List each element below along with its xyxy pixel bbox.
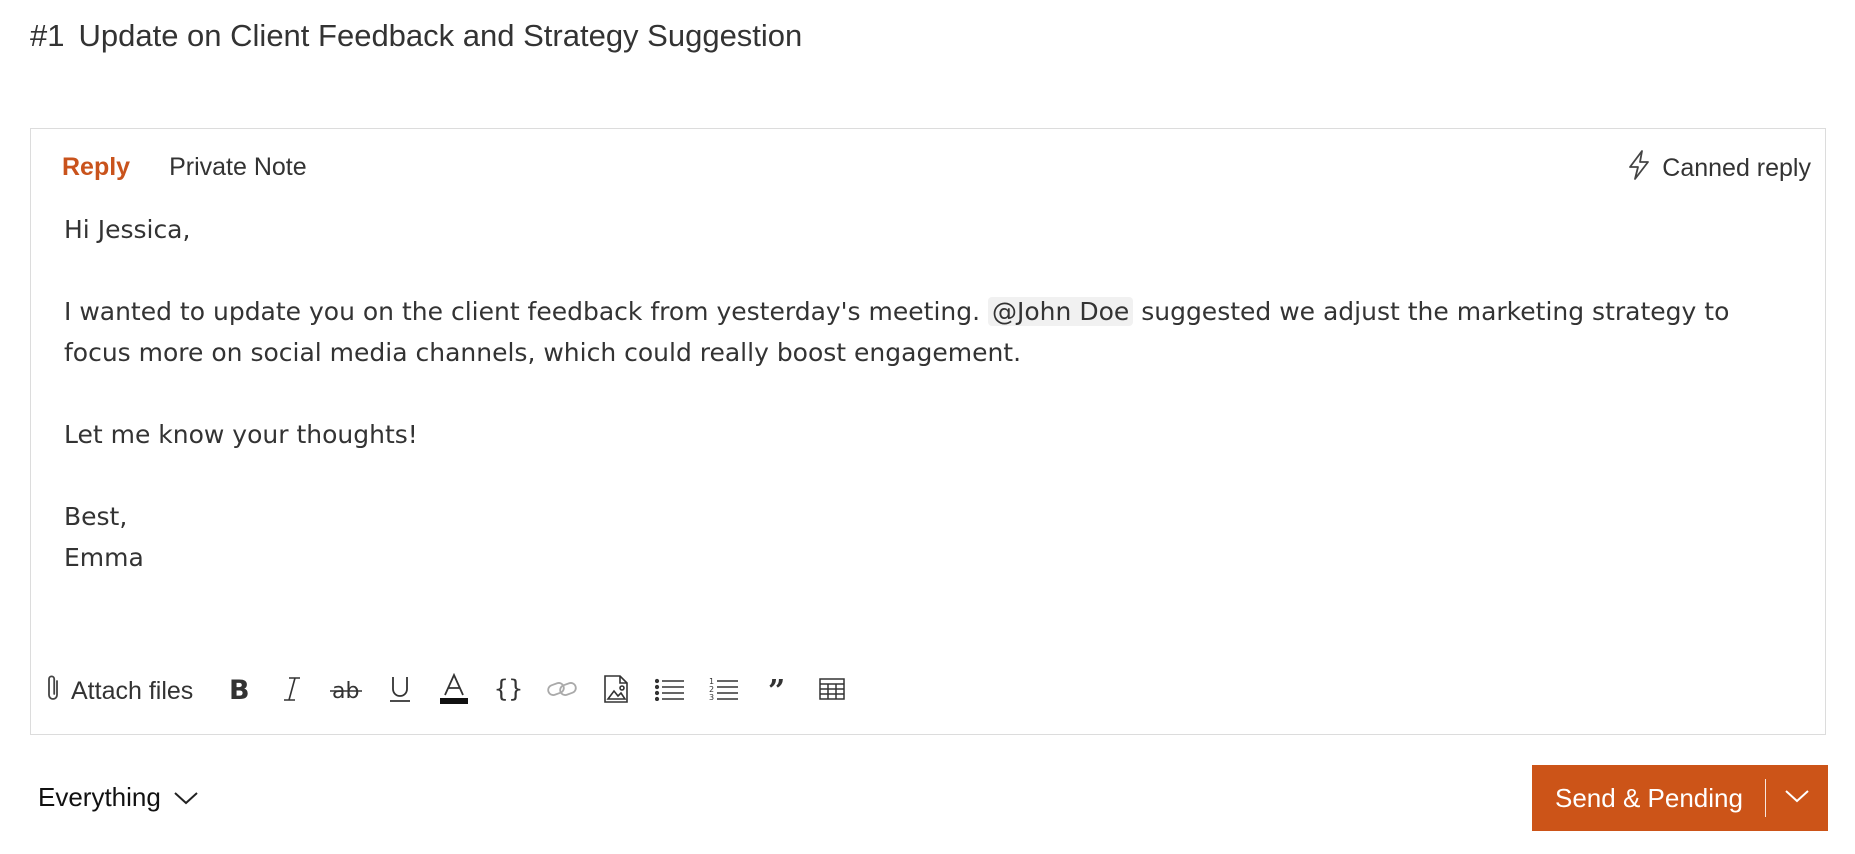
canned-reply-button[interactable]: Canned reply <box>1626 149 1811 188</box>
reply-editor: Reply Private Note Canned reply Hi Jessi… <box>30 128 1826 735</box>
greeting-line: Hi Jessica, <box>64 215 191 244</box>
editor-tabs: Reply Private Note <box>62 153 307 182</box>
send-and-pending-label[interactable]: Send & Pending <box>1532 783 1765 814</box>
quote-icon: ” <box>768 674 788 709</box>
status-filter-dropdown[interactable]: Everything <box>38 782 199 813</box>
bullet-list-icon <box>655 677 685 706</box>
quote-button[interactable]: ” <box>751 669 805 713</box>
signoff-line: Best, <box>64 502 128 531</box>
code-icon: {} <box>493 674 523 709</box>
svg-text:{}: {} <box>494 675 523 703</box>
bold-icon: B <box>227 675 250 708</box>
bold-button[interactable]: B <box>211 669 265 713</box>
paragraph-1: I wanted to update you on the client fee… <box>64 291 1784 373</box>
underline-icon <box>388 674 412 709</box>
strikethrough-button[interactable]: ab <box>319 669 373 713</box>
numbered-list-icon: 1 2 3 <box>709 676 739 707</box>
signature-line: Emma <box>64 543 144 572</box>
send-options-dropdown[interactable] <box>1766 788 1828 809</box>
attach-files-label: Attach files <box>71 676 194 705</box>
paperclip-icon <box>45 673 61 710</box>
text-color-button[interactable] <box>427 669 481 713</box>
canned-reply-label: Canned reply <box>1662 154 1811 182</box>
italic-icon <box>281 675 303 708</box>
image-button[interactable] <box>589 669 643 713</box>
numbered-list-button[interactable]: 1 2 3 <box>697 669 751 713</box>
formatting-toolbar: Attach files B ab {} 1 2 3 ” <box>45 669 859 713</box>
status-filter-label: Everything <box>38 782 161 812</box>
ticket-subject: Update on Client Feedback and Strategy S… <box>78 18 803 53</box>
svg-text:B: B <box>229 675 249 703</box>
strikethrough-icon: ab <box>330 675 363 708</box>
mention-chip[interactable]: @John Doe <box>988 297 1134 326</box>
underline-button[interactable] <box>373 669 427 713</box>
bullet-list-button[interactable] <box>643 669 697 713</box>
svg-text:3: 3 <box>709 693 714 702</box>
tab-reply[interactable]: Reply <box>62 153 130 182</box>
message-body[interactable]: Hi Jessica, I wanted to update you on th… <box>64 209 1784 578</box>
table-icon <box>819 677 846 706</box>
ticket-number: #1 <box>30 18 65 53</box>
attach-files-button[interactable]: Attach files <box>45 673 193 710</box>
send-and-pending-button: Send & Pending <box>1532 765 1828 831</box>
table-button[interactable] <box>805 669 859 713</box>
lightning-icon <box>1626 149 1652 188</box>
paragraph-2: Let me know your thoughts! <box>64 420 418 449</box>
chevron-down-icon <box>1784 788 1810 809</box>
paragraph-1-start: I wanted to update you on the client fee… <box>64 297 981 326</box>
ticket-title: #1 Update on Client Feedback and Strategy… <box>30 18 802 54</box>
tab-private-note[interactable]: Private Note <box>169 153 307 182</box>
link-button[interactable] <box>535 669 589 713</box>
chevron-down-icon <box>173 782 199 813</box>
image-icon <box>602 674 630 709</box>
text-color-icon <box>439 672 469 710</box>
link-icon <box>546 676 578 707</box>
code-button[interactable]: {} <box>481 669 535 713</box>
svg-text:”: ” <box>768 675 785 703</box>
italic-button[interactable] <box>265 669 319 713</box>
